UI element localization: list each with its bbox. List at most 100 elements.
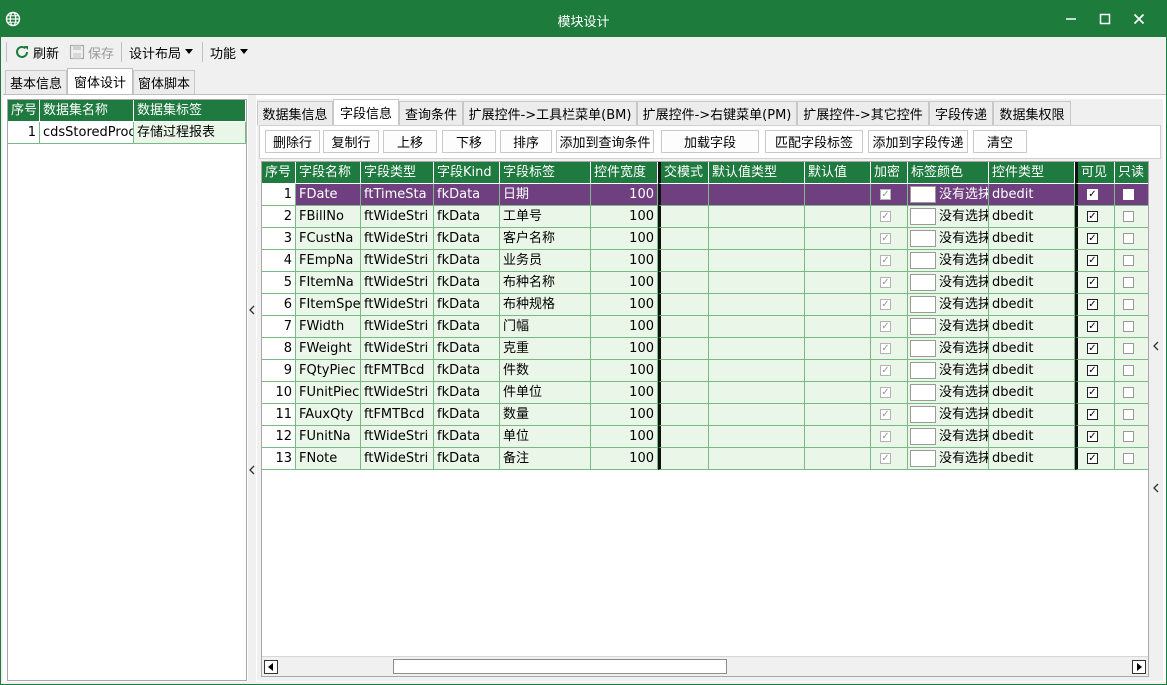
add-to-query-button[interactable]: 添加到查询条件 [556,130,654,153]
field-name-cell[interactable]: FWeight [296,338,361,360]
field-type-cell[interactable]: ftWideStri [361,206,434,228]
field-name-cell[interactable]: FItemNa [296,272,361,294]
row-number-cell[interactable]: 3 [262,228,296,250]
label-color-cell[interactable]: 没有选抹 [908,360,989,382]
row-number-cell[interactable]: 1 [262,184,296,206]
visible-cell[interactable]: ✓ [1075,382,1115,404]
default-value-cell[interactable] [805,404,871,426]
table-cell[interactable]: cdsStoredProc [40,122,134,144]
row-number-cell[interactable]: 11 [262,404,296,426]
field-label-cell[interactable]: 件单位 [500,382,591,404]
field-type-cell[interactable]: ftWideStri [361,316,434,338]
control-type-cell[interactable]: dbedit [989,360,1075,382]
field-type-cell[interactable]: ftWideStri [361,272,434,294]
checkbox[interactable]: ✓ [1087,299,1098,310]
readonly-cell[interactable] [1115,360,1148,382]
checkbox[interactable]: ✓ [1087,211,1098,222]
visible-cell[interactable]: ✓ [1075,250,1115,272]
clear-button[interactable]: 清空 [973,130,1027,153]
readonly-cell[interactable] [1115,184,1148,206]
row-number-cell[interactable]: 10 [262,382,296,404]
mode-cell[interactable] [658,272,709,294]
table-cell[interactable]: 存储过程报表 [134,122,246,144]
tab-field-info[interactable]: 字段信息 [333,99,399,125]
save-button[interactable]: 保存 [69,42,114,62]
default-value-cell[interactable] [805,294,871,316]
field-name-cell[interactable]: FWidth [296,316,361,338]
checkbox[interactable]: ✓ [1087,277,1098,288]
field-label-cell[interactable]: 布种规格 [500,294,591,316]
encrypt-cell[interactable]: ✓ [871,228,908,250]
encrypt-cell[interactable]: ✓ [871,404,908,426]
field-kind-cell[interactable]: fkData [434,228,500,250]
color-swatch[interactable] [910,384,936,401]
default-value-cell[interactable] [805,228,871,250]
table-cell[interactable]: 1 [8,122,40,144]
checkbox[interactable]: ✓ [880,365,891,376]
field-type-cell[interactable]: ftFMTBcd [361,404,434,426]
panel-splitter[interactable] [248,95,256,683]
tab-form-script[interactable]: 窗体脚本 [133,70,195,94]
column-header[interactable]: 默认值 [805,162,871,184]
field-label-cell[interactable]: 单位 [500,426,591,448]
label-color-cell[interactable]: 没有选抹 [908,250,989,272]
field-name-cell[interactable]: FItemSpe [296,294,361,316]
control-type-cell[interactable]: dbedit [989,316,1075,338]
field-type-cell[interactable]: ftFMTBcd [361,360,434,382]
column-header[interactable]: 数据集标签 [134,100,246,122]
field-name-cell[interactable]: FBillNo [296,206,361,228]
readonly-cell[interactable] [1115,404,1148,426]
label-color-cell[interactable]: 没有选抹 [908,272,989,294]
field-kind-cell[interactable]: fkData [434,294,500,316]
label-color-cell[interactable]: 没有选抹 [908,294,989,316]
column-header[interactable]: 控件类型 [989,162,1075,184]
default-type-cell[interactable] [709,294,805,316]
default-value-cell[interactable] [805,184,871,206]
mode-cell[interactable] [658,184,709,206]
checkbox[interactable]: ✓ [880,233,891,244]
column-header[interactable]: 控件宽度 [591,162,658,184]
field-kind-cell[interactable]: fkData [434,250,500,272]
field-name-cell[interactable]: FQtyPiec [296,360,361,382]
checkbox[interactable] [1123,431,1134,442]
checkbox[interactable] [1123,211,1134,222]
control-type-cell[interactable]: dbedit [989,404,1075,426]
color-swatch[interactable] [910,230,936,247]
readonly-cell[interactable] [1115,448,1148,470]
mode-cell[interactable] [658,316,709,338]
control-width-cell[interactable]: 100 [591,272,658,294]
default-type-cell[interactable] [709,382,805,404]
move-up-button[interactable]: 上移 [383,130,437,153]
field-label-cell[interactable]: 门幅 [500,316,591,338]
control-type-cell[interactable]: dbedit [989,228,1075,250]
column-header[interactable]: 数据集名称 [40,100,134,122]
field-label-cell[interactable]: 布种名称 [500,272,591,294]
field-label-cell[interactable]: 业务员 [500,250,591,272]
field-name-cell[interactable]: FUnitNa [296,426,361,448]
default-type-cell[interactable] [709,338,805,360]
mode-cell[interactable] [658,206,709,228]
field-name-cell[interactable]: FDate [296,184,361,206]
checkbox[interactable] [1123,453,1134,464]
control-type-cell[interactable]: dbedit [989,294,1075,316]
visible-cell[interactable]: ✓ [1075,360,1115,382]
visible-cell[interactable]: ✓ [1075,338,1115,360]
tab-context-menu[interactable]: 扩展控件->右键菜单(PM) [637,101,797,125]
right-collapse-strip[interactable] [1150,161,1163,677]
checkbox[interactable]: ✓ [1087,321,1098,332]
field-label-cell[interactable]: 数量 [500,404,591,426]
default-value-cell[interactable] [805,338,871,360]
control-width-cell[interactable]: 100 [591,184,658,206]
mode-cell[interactable] [658,404,709,426]
control-width-cell[interactable]: 100 [591,382,658,404]
mode-cell[interactable] [658,338,709,360]
visible-cell[interactable]: ✓ [1075,294,1115,316]
field-kind-cell[interactable]: fkData [434,360,500,382]
field-kind-cell[interactable]: fkData [434,426,500,448]
field-type-cell[interactable]: ftWideStri [361,338,434,360]
tab-other-controls[interactable]: 扩展控件->其它控件 [797,101,929,125]
field-label-cell[interactable]: 工单号 [500,206,591,228]
control-width-cell[interactable]: 100 [591,250,658,272]
label-color-cell[interactable]: 没有选抹 [908,382,989,404]
readonly-cell[interactable] [1115,250,1148,272]
